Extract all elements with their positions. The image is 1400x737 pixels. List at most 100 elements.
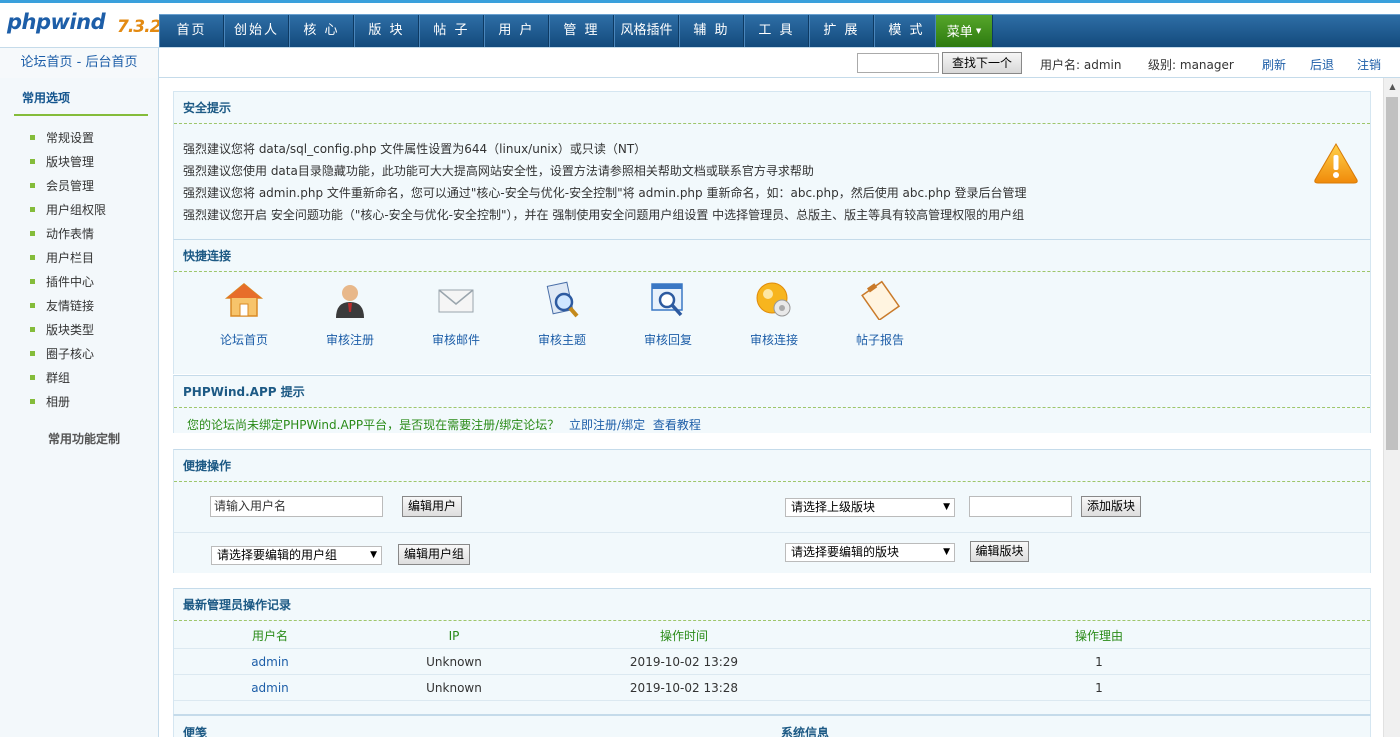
edit-forum-button[interactable]: 编辑版块 — [970, 541, 1029, 562]
scrollbar-thumb[interactable] — [1386, 97, 1398, 450]
quicklink-label: 审核注册 — [325, 333, 374, 347]
quicklink-label: 论坛首页 — [219, 333, 268, 347]
sidebar-title[interactable]: 常用选项 — [14, 90, 148, 116]
back-link[interactable]: 后退 — [1310, 56, 1334, 73]
logo-version: 7.3.2 — [117, 17, 161, 37]
column-header: 用户名 — [251, 629, 288, 643]
tutorial-link[interactable]: 查看教程 — [653, 418, 701, 432]
edit-user-button[interactable]: 编辑用户 — [402, 496, 462, 517]
find-next-button[interactable]: 查找下一个 — [942, 52, 1022, 74]
nav-item-users[interactable]: 用 户 — [484, 15, 549, 47]
nav-item-home[interactable]: 首页 — [159, 15, 224, 47]
security-line: 强烈建议您开启 安全问题功能（"核心-安全与优化-安全控制"），并在 强制使用安… — [183, 208, 1025, 222]
level-value: manager — [1179, 58, 1234, 72]
page-scrollbar[interactable]: ▲ — [1383, 78, 1400, 737]
log-ip: Unknown — [426, 681, 482, 695]
phpwind-logo[interactable]: phpwind 7.3.2 — [0, 3, 161, 47]
username-label: 用户名: admin — [1040, 58, 1122, 72]
sidebar-item-forum-types[interactable]: 版块类型 — [30, 320, 106, 344]
quicklink-label: 审核邮件 — [431, 333, 480, 347]
quicklink-post-reports[interactable]: 帖子报告 — [850, 280, 910, 348]
user-icon — [336, 285, 364, 318]
app-notice: 您的论坛尚未绑定PHPWind.APP平台，是否现在需要注册/绑定论坛？ — [187, 418, 560, 432]
level-label: 级别: manager — [1148, 58, 1234, 72]
sidebar: 常用选项 常规设置 版块管理 会员管理 用户组权限 动作表情 用户栏目 插件中心… — [0, 78, 159, 737]
top-accent-bar — [0, 0, 1400, 3]
sidebar-item-links[interactable]: 友情链接 — [30, 296, 106, 320]
quicklink-label: 审核主题 — [537, 333, 586, 347]
forum-select[interactable]: 请选择要编辑的版块 ▼ — [785, 543, 955, 562]
sidebar-item-circle-core[interactable]: 圈子核心 — [30, 344, 106, 368]
sidebar-item-emotes[interactable]: 动作表情 — [30, 224, 106, 248]
nav-item-core[interactable]: 核 心 — [289, 15, 354, 47]
security-title: 安全提示 — [174, 92, 1370, 124]
app-panel: PHPWind.APP 提示 您的论坛尚未绑定PHPWind.APP平台，是否现… — [173, 375, 1371, 433]
nav-item-extend[interactable]: 扩 展 — [809, 15, 874, 47]
breadcrumb[interactable]: 论坛首页 - 后台首页 — [0, 48, 159, 78]
quicklink-forum-home[interactable]: 论坛首页 — [214, 280, 274, 348]
chevron-down-icon: ▼ — [975, 27, 982, 35]
sidebar-list: 常规设置 版块管理 会员管理 用户组权限 动作表情 用户栏目 插件中心 友情链接… — [30, 128, 106, 416]
add-forum-button[interactable]: 添加版块 — [1081, 496, 1141, 517]
edit-usergroup-button[interactable]: 编辑用户组 — [398, 544, 470, 565]
column-header: IP — [448, 629, 460, 643]
nav-item-manage[interactable]: 管 理 — [549, 15, 614, 47]
scroll-up-icon[interactable]: ▲ — [1384, 78, 1400, 95]
warning-icon — [1314, 143, 1358, 184]
sidebar-item-usergroup-perms[interactable]: 用户组权限 — [30, 200, 106, 224]
quicklink-review-registration[interactable]: 审核注册 — [320, 280, 380, 348]
log-reason: 1 — [1095, 655, 1103, 669]
clipboard-icon — [861, 280, 901, 322]
sidebar-item-groups[interactable]: 群组 — [30, 368, 106, 392]
nav-item-forums[interactable]: 版 块 — [354, 15, 419, 47]
log-username[interactable]: admin — [210, 675, 330, 701]
nav-menu-button[interactable]: 菜单 ▼ — [935, 15, 993, 47]
app-title: PHPWind.APP 提示 — [174, 376, 1370, 408]
nav-item-assist[interactable]: 辅 助 — [679, 15, 744, 47]
quicklink-label: 审核回复 — [643, 333, 692, 347]
main-nav: 首页 创始人 核 心 版 块 帖 子 用 户 管 理 风格插件 辅 助 工 具 … — [159, 14, 1400, 47]
nav-item-styles-plugins[interactable]: 风格插件 — [614, 15, 679, 47]
security-panel: 安全提示 强烈建议您将 data/sql_config.php 文件属性设置为6… — [173, 91, 1371, 239]
username-value: admin — [1083, 58, 1122, 72]
usergroup-select[interactable]: 请选择要编辑的用户组 ▼ — [211, 546, 382, 565]
parent-forum-select[interactable]: 请选择上级版块 ▼ — [785, 498, 955, 517]
quicklink-review-links[interactable]: 审核连接 — [744, 280, 804, 348]
table-row: admin Unknown 2019-10-02 13:29 1 — [174, 649, 1370, 675]
sidebar-item-albums[interactable]: 相册 — [30, 392, 106, 416]
nav-item-mode[interactable]: 模 式 — [874, 15, 939, 47]
notes-title: 便笺 — [183, 726, 208, 737]
sidebar-item-general[interactable]: 常规设置 — [30, 128, 106, 152]
adminlog-title: 最新管理员操作记录 — [174, 589, 1370, 621]
nav-item-tools[interactable]: 工 具 — [744, 15, 809, 47]
sidebar-item-members[interactable]: 会员管理 — [30, 176, 106, 200]
nav-item-posts[interactable]: 帖 子 — [419, 15, 484, 47]
quicklink-review-replies[interactable]: 审核回复 — [638, 280, 698, 348]
register-bind-link[interactable]: 立即注册/绑定 — [569, 418, 645, 432]
sub-toolbar: 论坛首页 - 后台首页 查找下一个 用户名: admin 级别: manager… — [0, 47, 1400, 78]
chevron-down-icon: ▼ — [943, 547, 950, 557]
quicklink-label: 帖子报告 — [855, 333, 904, 347]
log-username[interactable]: admin — [210, 649, 330, 675]
sidebar-item-user-columns[interactable]: 用户栏目 — [30, 248, 106, 272]
refresh-link[interactable]: 刷新 — [1262, 56, 1286, 73]
sidebar-custom-functions[interactable]: 常用功能定制 — [48, 430, 120, 447]
home-icon — [224, 283, 264, 317]
username-input[interactable]: 请输入用户名 — [210, 496, 383, 517]
column-header: 操作时间 — [659, 629, 708, 643]
log-reason: 1 — [1095, 681, 1103, 695]
log-time: 2019-10-02 13:29 — [629, 655, 739, 669]
table-header-row: 用户名 IP 操作时间 操作理由 — [174, 623, 1370, 649]
quicklink-review-mail[interactable]: 审核邮件 — [426, 280, 486, 348]
quicklink-review-threads[interactable]: 审核主题 — [532, 280, 592, 348]
log-ip: Unknown — [426, 655, 482, 669]
search-input[interactable] — [857, 53, 939, 73]
sidebar-item-forums[interactable]: 版块管理 — [30, 152, 106, 176]
sidebar-item-plugins[interactable]: 插件中心 — [30, 272, 106, 296]
new-forum-input[interactable] — [969, 496, 1072, 517]
quicklink-label: 审核连接 — [749, 333, 798, 347]
nav-item-founder[interactable]: 创始人 — [224, 15, 289, 47]
logout-link[interactable]: 注销 — [1357, 56, 1381, 73]
reply-search-icon — [651, 283, 683, 317]
security-line: 强烈建议您将 data/sql_config.php 文件属性设置为644（li… — [183, 142, 647, 156]
